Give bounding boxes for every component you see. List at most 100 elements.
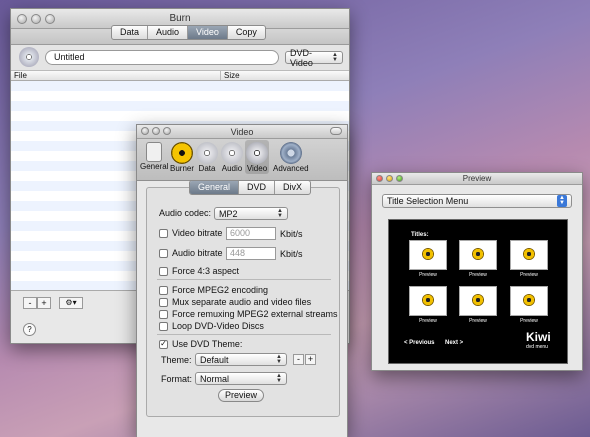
preview-zoom-button[interactable]	[396, 175, 403, 182]
burner-radiation-icon	[171, 142, 193, 164]
format-select[interactable]: Normal ▲ ▼	[195, 372, 287, 385]
divider	[157, 279, 331, 280]
force-aspect-checkbox[interactable]	[159, 266, 168, 276]
preview-title: Preview	[462, 174, 492, 183]
previous-link[interactable]: < Previous	[404, 340, 435, 346]
popup-stepper-icon: ▲ ▼	[557, 195, 567, 207]
force-aspect-row: Force 4:3 aspect	[159, 266, 239, 276]
loop-checkbox[interactable]	[159, 321, 168, 331]
tab-copy[interactable]: Copy	[228, 26, 265, 39]
mux-row: Mux separate audio and video files	[159, 297, 311, 307]
tab-video[interactable]: Video	[188, 26, 228, 39]
toolbar-advanced[interactable]: Advanced	[273, 142, 309, 173]
video-zoom-button[interactable]	[163, 127, 171, 135]
audio-codec-select[interactable]: MP2 ▲ ▼	[214, 207, 288, 220]
minimize-button[interactable]	[31, 14, 41, 24]
remux-checkbox[interactable]	[159, 309, 168, 319]
audio-bitrate-field[interactable]: 448	[226, 247, 276, 260]
title-thumbnail[interactable]: Preview	[409, 286, 447, 324]
thumbnail-caption: Preview	[469, 272, 487, 278]
title-thumbnail[interactable]: Preview	[459, 240, 497, 278]
toolbar-advanced-label: Advanced	[273, 164, 309, 173]
video-bitrate-checkbox[interactable]	[159, 228, 168, 238]
subtab-dvd[interactable]: DVD	[239, 181, 276, 194]
force-mpeg2-label: Force MPEG2 encoding	[172, 285, 269, 295]
title-thumbnail[interactable]: Preview	[510, 240, 548, 278]
advanced-gear-icon	[279, 142, 302, 164]
popup-arrows-icon: ▲ ▼	[332, 51, 338, 63]
video-minimize-button[interactable]	[152, 127, 160, 135]
use-theme-label: Use DVD Theme:	[172, 339, 243, 349]
action-menu-button[interactable]: ⚙▾	[59, 297, 83, 309]
radiation-icon	[472, 248, 484, 260]
column-size[interactable]: Size	[221, 71, 349, 80]
preview-window: Preview Title Selection Menu ▲ ▼ Titles: …	[371, 172, 583, 371]
radiation-icon	[422, 248, 434, 260]
theme-label: Theme:	[161, 355, 192, 365]
general-switch-icon	[146, 142, 163, 162]
help-button[interactable]: ?	[23, 323, 36, 336]
use-theme-checkbox[interactable]: ✓	[159, 339, 168, 349]
audio-bitrate-row: Audio bitrate	[159, 248, 223, 258]
remove-button[interactable]: -	[23, 297, 37, 309]
video-subtabs: General DVD DivX	[189, 180, 312, 195]
toolbar-data[interactable]: Data	[196, 142, 218, 173]
toolbar-video[interactable]: Video	[245, 140, 269, 174]
tab-audio[interactable]: Audio	[148, 26, 189, 39]
theme-select[interactable]: Default ▲ ▼	[195, 353, 287, 366]
menu-select[interactable]: Title Selection Menu ▲ ▼	[382, 194, 572, 208]
toolbar-toggle-button[interactable]	[330, 127, 342, 135]
toolbar-data-label: Data	[198, 164, 216, 173]
mux-checkbox[interactable]	[159, 297, 168, 307]
thumbnail-caption: Preview	[419, 318, 437, 324]
audio-disc-icon	[221, 142, 243, 164]
toolbar-burner[interactable]: Burner	[170, 142, 194, 173]
preview-close-button[interactable]	[376, 175, 383, 182]
title-thumbnail[interactable]: Preview	[510, 286, 548, 324]
kiwi-logo: Kiwi	[526, 330, 551, 344]
preview-titlebar[interactable]: Preview	[372, 173, 582, 185]
video-bitrate-field[interactable]: 6000	[226, 227, 276, 240]
audio-codec-row: Audio codec:	[159, 208, 211, 218]
force-mpeg2-row: Force MPEG2 encoding	[159, 285, 268, 295]
add-button[interactable]: +	[37, 297, 51, 309]
theme-add-button[interactable]: +	[305, 354, 316, 365]
preview-button[interactable]: Preview	[218, 389, 264, 402]
popup-arrows-icon: ▲ ▼	[276, 372, 282, 384]
video-bitrate-unit: Kbit/s	[280, 229, 303, 239]
toolbar-audio-label: Audio	[221, 164, 243, 173]
window-controls	[17, 14, 55, 24]
video-bitrate-label: Video bitrate	[172, 228, 223, 238]
remux-row: Force remuxing MPEG2 external streams	[159, 309, 338, 319]
preview-minimize-button[interactable]	[386, 175, 393, 182]
toolbar-audio[interactable]: Audio	[221, 142, 243, 173]
next-link[interactable]: Next >	[445, 340, 463, 346]
toolbar-video-label: Video	[246, 164, 268, 173]
toolbar-general[interactable]: General	[140, 142, 168, 171]
column-file[interactable]: File	[11, 71, 221, 80]
subtab-divx[interactable]: DivX	[275, 181, 310, 194]
audio-codec-label: Audio codec:	[159, 208, 212, 218]
audio-bitrate-label: Audio bitrate	[172, 248, 223, 258]
zoom-button[interactable]	[45, 14, 55, 24]
burn-mode-tabs: Data Audio Video Copy	[111, 25, 266, 40]
title-thumbnail[interactable]: Preview	[409, 240, 447, 278]
disc-format-select[interactable]: DVD-Video ▲ ▼	[285, 48, 343, 68]
radiation-icon	[422, 294, 434, 306]
audio-bitrate-checkbox[interactable]	[159, 248, 168, 258]
subtab-general[interactable]: General	[190, 181, 240, 194]
force-mpeg2-checkbox[interactable]	[159, 285, 168, 295]
video-close-button[interactable]	[141, 127, 149, 135]
popup-arrows-icon: ▲ ▼	[276, 353, 282, 365]
radiation-icon	[523, 294, 535, 306]
video-bitrate-row: Video bitrate	[159, 228, 226, 238]
close-button[interactable]	[17, 14, 27, 24]
force-aspect-label: Force 4:3 aspect	[172, 266, 240, 276]
titles-label: Titles:	[411, 232, 429, 238]
disc-name-field[interactable]: Untitled	[45, 50, 279, 65]
format-value: Normal	[200, 373, 230, 384]
tab-data[interactable]: Data	[112, 26, 149, 39]
theme-remove-button[interactable]: -	[293, 354, 304, 365]
video-titlebar[interactable]: Video	[137, 125, 347, 139]
title-thumbnail[interactable]: Preview	[459, 286, 497, 324]
